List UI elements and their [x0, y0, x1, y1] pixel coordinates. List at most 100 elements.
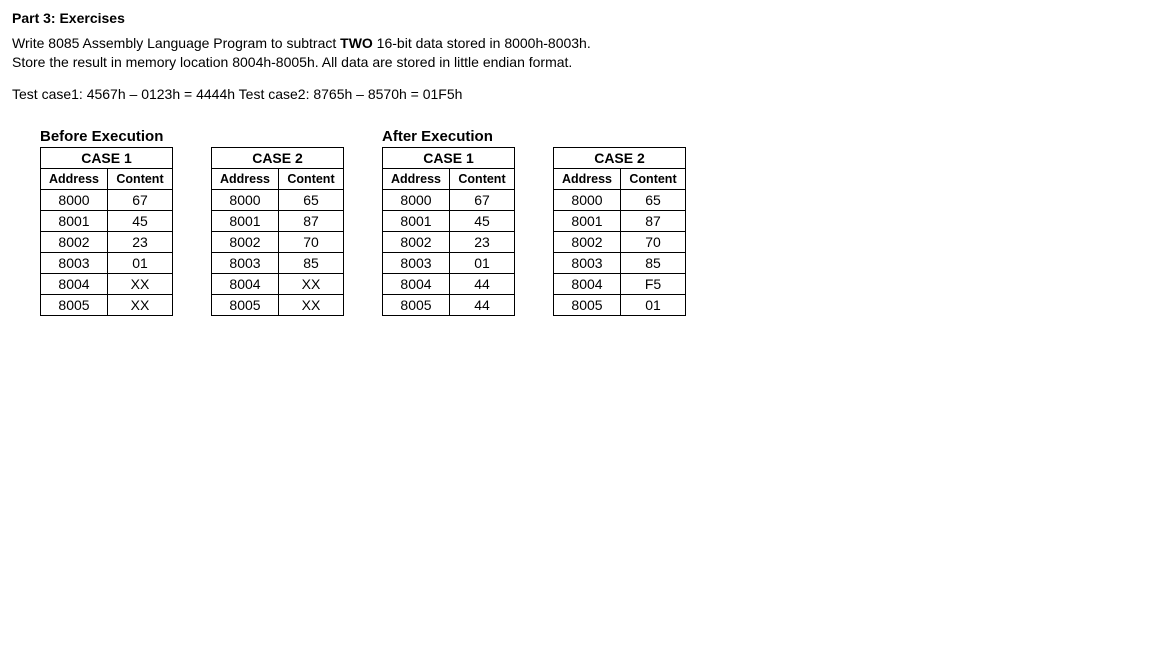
addr-cell: 8001	[383, 210, 450, 231]
desc-post: 16-bit data stored in 8000h-8003h.	[373, 35, 591, 51]
content-cell: 45	[108, 210, 173, 231]
table-row: 8004F5	[554, 273, 686, 294]
section-heading: Part 3: Exercises	[12, 10, 1140, 26]
description-line-1: Write 8085 Assembly Language Program to …	[12, 34, 1140, 53]
test-cases-line: Test case1: 4567h – 0123h = 4444h Test c…	[12, 86, 1140, 102]
content-cell: XX	[108, 294, 173, 315]
addr-cell: 8005	[212, 294, 279, 315]
content-cell: 01	[108, 252, 173, 273]
addr-cell: 8001	[41, 210, 108, 231]
after-case2-table: CASE 2 Address Content 800065 800187 800…	[553, 147, 686, 316]
table-row: 8004XX	[41, 273, 173, 294]
table-row: 800270	[212, 231, 344, 252]
desc-pre: Write 8085 Assembly Language Program to …	[12, 35, 340, 51]
content-header: Content	[450, 168, 515, 189]
content-cell: 87	[621, 210, 686, 231]
addr-cell: 8003	[41, 252, 108, 273]
addr-cell: 8003	[554, 252, 621, 273]
keyword-two: TWO	[340, 35, 373, 51]
table-row: 800385	[554, 252, 686, 273]
table-row: 800067	[383, 189, 515, 210]
content-cell: 70	[279, 231, 344, 252]
table-row: 800187	[212, 210, 344, 231]
addr-cell: 8000	[383, 189, 450, 210]
addr-cell: 8004	[383, 273, 450, 294]
table-row: 800501	[554, 294, 686, 315]
tables-container: Before Execution CASE 1 Address Content …	[12, 128, 1140, 316]
addr-cell: 8000	[212, 189, 279, 210]
case-label: CASE 2	[554, 147, 686, 168]
table-row: 800223	[383, 231, 515, 252]
content-cell: 44	[450, 273, 515, 294]
addr-cell: 8001	[554, 210, 621, 231]
addr-header: Address	[212, 168, 279, 189]
addr-cell: 8002	[212, 231, 279, 252]
description-line-2: Store the result in memory location 8004…	[12, 53, 1140, 72]
content-header: Content	[279, 168, 344, 189]
addr-cell: 8005	[383, 294, 450, 315]
before-case2-table: CASE 2 Address Content 800065 800187 800…	[211, 147, 344, 316]
table-row: 8005XX	[41, 294, 173, 315]
addr-header: Address	[41, 168, 108, 189]
table-row: 800067	[41, 189, 173, 210]
addr-header: Address	[383, 168, 450, 189]
table-row: 800270	[554, 231, 686, 252]
content-cell: 70	[621, 231, 686, 252]
content-cell: 44	[450, 294, 515, 315]
case-label: CASE 1	[383, 147, 515, 168]
content-cell: 85	[279, 252, 344, 273]
addr-cell: 8001	[212, 210, 279, 231]
table-row: 8004XX	[212, 273, 344, 294]
content-cell: 01	[450, 252, 515, 273]
table-row: 800145	[41, 210, 173, 231]
case-label: CASE 1	[41, 147, 173, 168]
before-case1-table: CASE 1 Address Content 800067 800145 800…	[40, 147, 173, 316]
content-header: Content	[108, 168, 173, 189]
after-execution-label: After Execution	[382, 128, 686, 145]
addr-cell: 8004	[554, 273, 621, 294]
before-group: Before Execution CASE 1 Address Content …	[40, 128, 344, 316]
content-cell: 85	[621, 252, 686, 273]
content-cell: XX	[279, 294, 344, 315]
table-row: 800145	[383, 210, 515, 231]
addr-header: Address	[554, 168, 621, 189]
table-row: 800187	[554, 210, 686, 231]
addr-cell: 8004	[41, 273, 108, 294]
addr-cell: 8005	[41, 294, 108, 315]
addr-cell: 8003	[212, 252, 279, 273]
table-row: 800065	[212, 189, 344, 210]
addr-cell: 8000	[41, 189, 108, 210]
content-cell: 67	[108, 189, 173, 210]
table-row: 800301	[41, 252, 173, 273]
addr-cell: 8000	[554, 189, 621, 210]
content-cell: 65	[621, 189, 686, 210]
table-row: 800223	[41, 231, 173, 252]
table-row: 800065	[554, 189, 686, 210]
before-execution-label: Before Execution	[40, 128, 344, 145]
content-cell: 65	[279, 189, 344, 210]
content-cell: 67	[450, 189, 515, 210]
after-case1-table: CASE 1 Address Content 800067 800145 800…	[382, 147, 515, 316]
content-cell: XX	[279, 273, 344, 294]
table-row: 800544	[383, 294, 515, 315]
table-row: 800385	[212, 252, 344, 273]
content-cell: 23	[450, 231, 515, 252]
content-cell: XX	[108, 273, 173, 294]
addr-cell: 8005	[554, 294, 621, 315]
addr-cell: 8004	[212, 273, 279, 294]
content-cell: 45	[450, 210, 515, 231]
content-cell: 87	[279, 210, 344, 231]
case-label: CASE 2	[212, 147, 344, 168]
addr-cell: 8002	[554, 231, 621, 252]
addr-cell: 8002	[383, 231, 450, 252]
after-group: After Execution CASE 1 Address Content 8…	[382, 128, 686, 316]
table-row: 800301	[383, 252, 515, 273]
content-cell: F5	[621, 273, 686, 294]
table-row: 8005XX	[212, 294, 344, 315]
content-header: Content	[621, 168, 686, 189]
addr-cell: 8003	[383, 252, 450, 273]
table-row: 800444	[383, 273, 515, 294]
content-cell: 01	[621, 294, 686, 315]
content-cell: 23	[108, 231, 173, 252]
addr-cell: 8002	[41, 231, 108, 252]
